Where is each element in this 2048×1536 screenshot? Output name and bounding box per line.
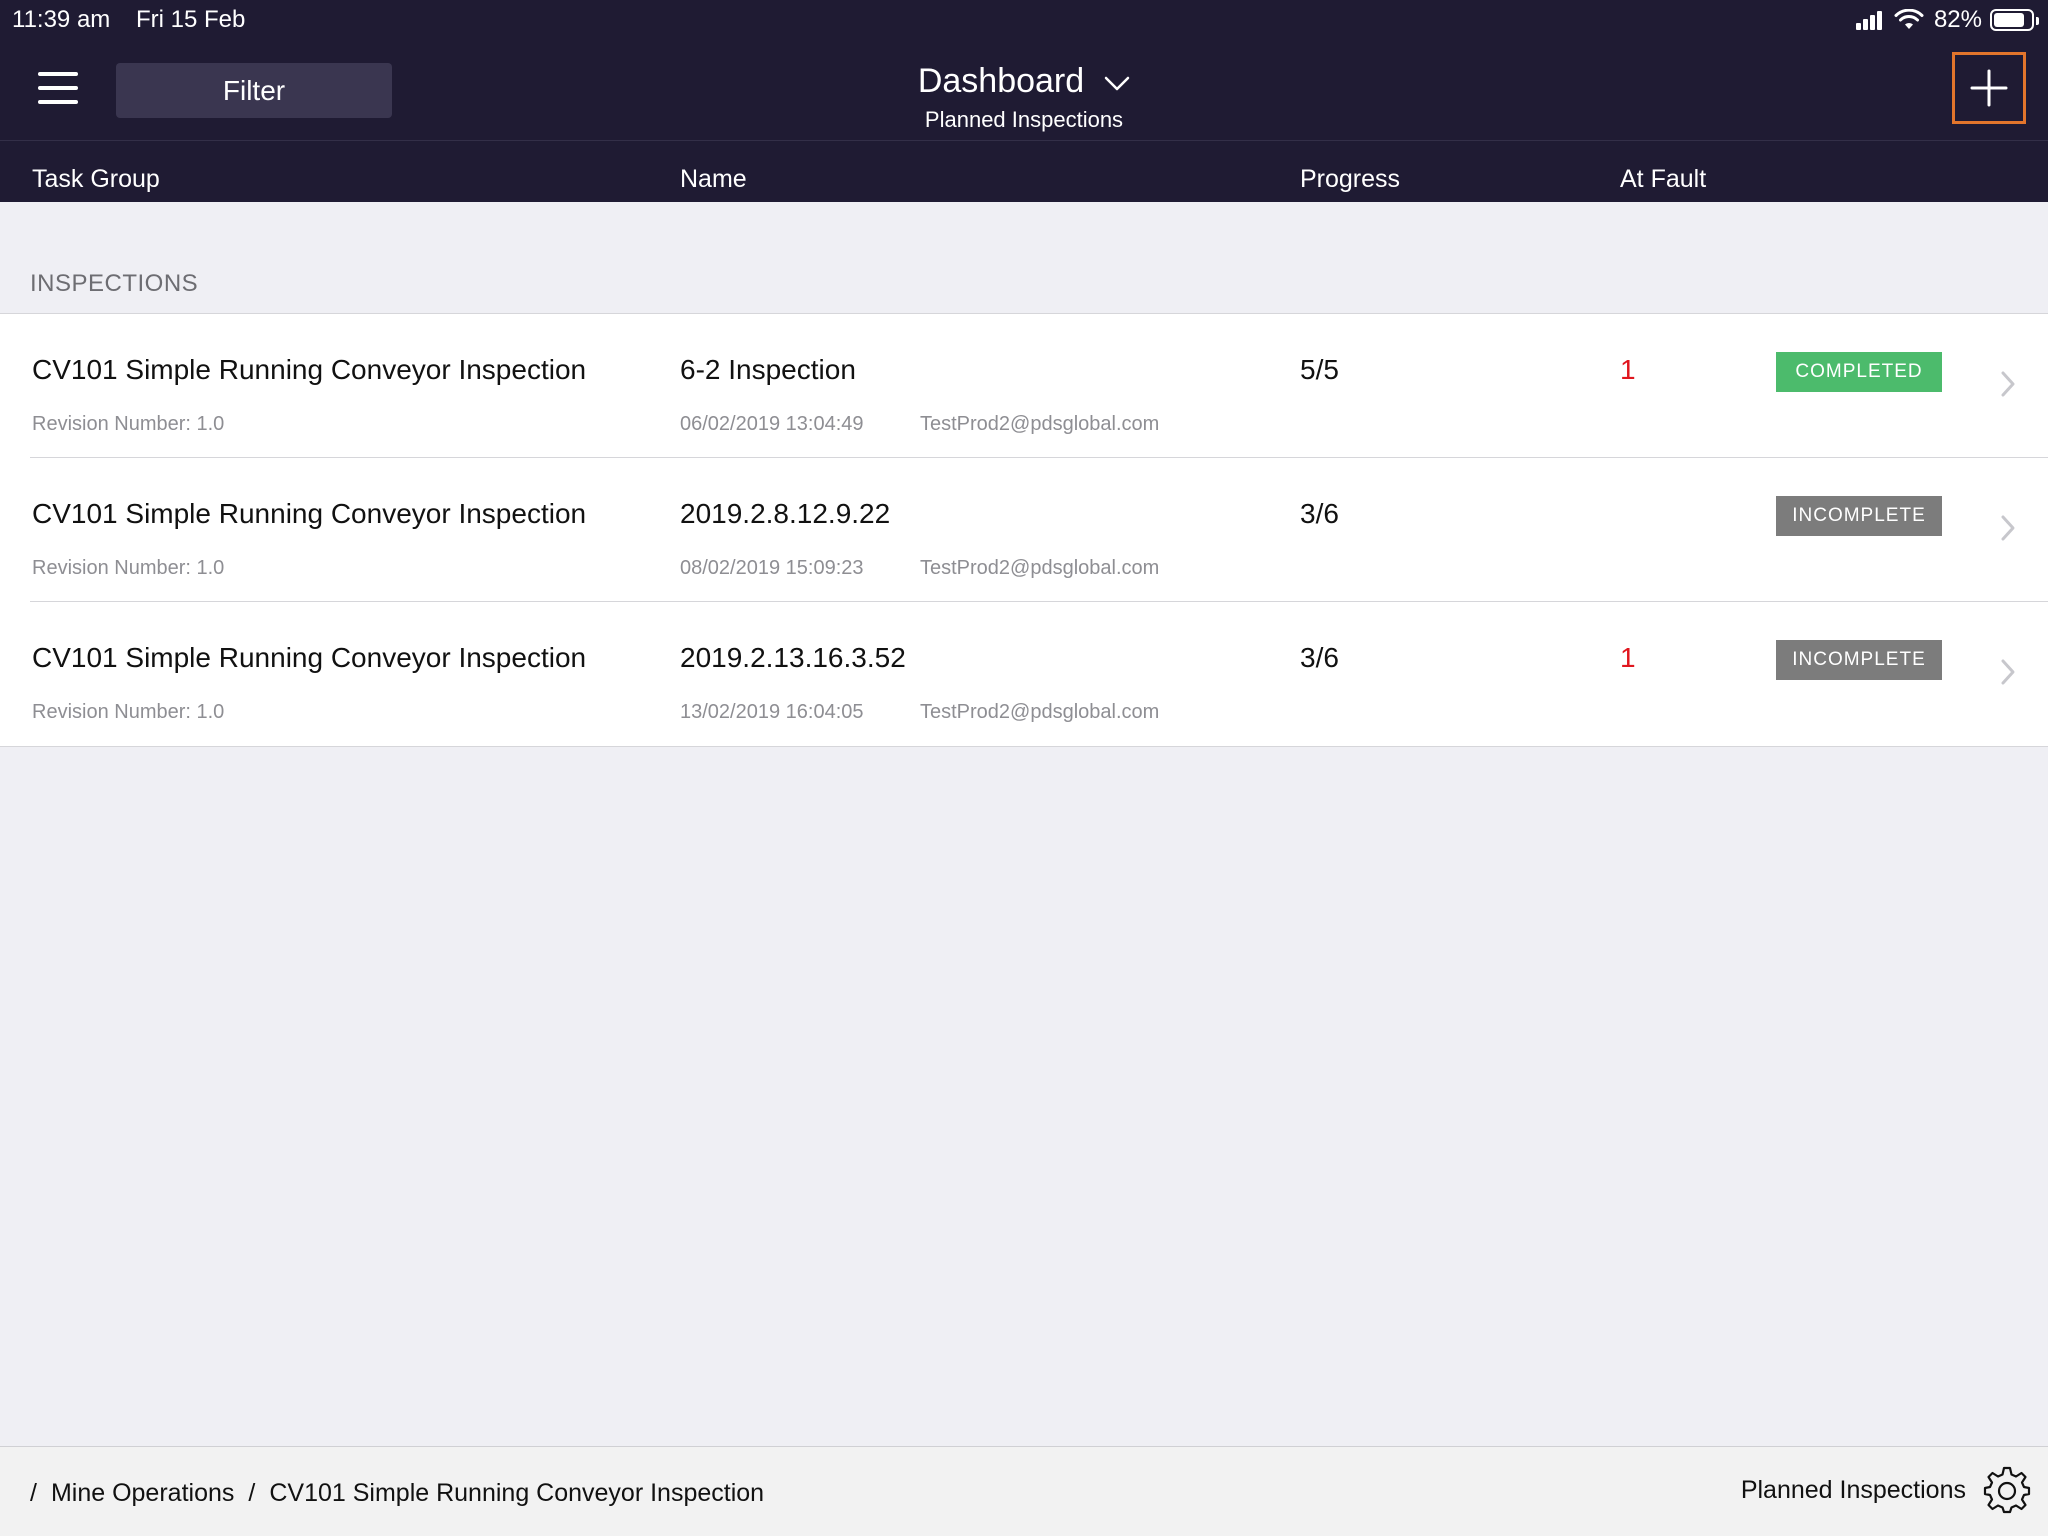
status-date: Fri 15 Feb xyxy=(136,6,246,33)
chevron-right-icon xyxy=(2001,515,2015,541)
status-time: 11:39 am xyxy=(12,6,111,33)
page-subtitle: Planned Inspections xyxy=(924,107,1124,132)
page-title: Dashboard xyxy=(917,62,1085,100)
cellular-signal-icon xyxy=(1855,10,1884,30)
row-revision: Revision Number: 1.0 xyxy=(32,557,225,579)
chevron-right-icon xyxy=(2001,371,2015,397)
breadcrumb-separator: / xyxy=(248,1479,256,1507)
breadcrumb-item-task-group[interactable]: CV101 Simple Running Conveyor Inspection xyxy=(269,1479,764,1508)
table-row[interactable]: CV101 Simple Running Conveyor Inspection… xyxy=(0,314,2048,458)
column-header-task-group[interactable]: Task Group xyxy=(32,165,160,194)
table-row[interactable]: CV101 Simple Running Conveyor Inspection… xyxy=(0,602,2048,746)
row-datetime: 13/02/2019 16:04:05 xyxy=(680,701,864,723)
row-progress: 3/6 xyxy=(1300,642,1339,673)
add-inspection-button[interactable] xyxy=(1952,52,2026,124)
breadcrumb-item-mine-operations[interactable]: Mine Operations xyxy=(51,1479,234,1508)
row-progress: 5/5 xyxy=(1300,354,1339,385)
row-name: 2019.2.8.12.9.22 xyxy=(680,498,891,529)
chevron-down-icon xyxy=(1104,76,1130,90)
row-progress: 3/6 xyxy=(1300,498,1339,529)
row-name: 2019.2.13.16.3.52 xyxy=(680,642,906,673)
row-task-group: CV101 Simple Running Conveyor Inspection xyxy=(32,498,587,529)
status-badge: COMPLETED xyxy=(1776,352,1942,392)
status-bar: 11:39 am Fri 15 Feb 82% xyxy=(0,0,2048,40)
column-header-at-fault[interactable]: At Fault xyxy=(1620,165,1706,194)
column-header-name[interactable]: Name xyxy=(680,165,747,194)
row-task-group: CV101 Simple Running Conveyor Inspection xyxy=(32,354,587,385)
row-name: 6-2 Inspection xyxy=(680,354,856,385)
row-revision: Revision Number: 1.0 xyxy=(32,701,225,723)
column-header-progress[interactable]: Progress xyxy=(1300,165,1400,194)
status-indicators: 82% xyxy=(1855,6,2039,34)
table-row[interactable]: CV101 Simple Running Conveyor Inspection… xyxy=(0,458,2048,602)
row-at-fault: 1 xyxy=(1620,354,1636,385)
row-email: TestProd2@pdsglobal.com xyxy=(920,701,1160,723)
row-email: TestProd2@pdsglobal.com xyxy=(920,557,1160,579)
row-revision: Revision Number: 1.0 xyxy=(32,413,225,435)
dashboard-title-dropdown[interactable]: Dashboard Planned Inspections xyxy=(824,62,1224,133)
row-datetime: 08/02/2019 15:09:23 xyxy=(680,557,864,579)
row-task-group: CV101 Simple Running Conveyor Inspection xyxy=(32,642,587,673)
battery-level-fill xyxy=(1994,13,2024,27)
inspection-list: CV101 Simple Running Conveyor Inspection… xyxy=(0,313,2048,747)
wifi-icon xyxy=(1894,9,1924,29)
footer-label: Planned Inspections xyxy=(1740,1475,1966,1504)
row-email: TestProd2@pdsglobal.com xyxy=(920,413,1160,435)
chevron-right-icon xyxy=(2001,659,2015,685)
breadcrumb: / Mine Operations / CV101 Simple Running… xyxy=(30,1479,778,1508)
battery-percentage: 82% xyxy=(1933,6,1982,33)
breadcrumb-separator: / xyxy=(30,1479,37,1507)
plus-icon xyxy=(1970,69,2008,107)
row-at-fault: 1 xyxy=(1620,642,1636,673)
footer-bar: / Mine Operations / CV101 Simple Running… xyxy=(0,1446,2048,1536)
filter-button[interactable]: Filter xyxy=(116,63,392,118)
section-header-inspections: INSPECTIONS xyxy=(30,270,199,297)
column-header-bar: Task Group Name Progress At Fault xyxy=(0,140,2048,202)
battery-icon xyxy=(1990,9,2039,31)
menu-icon[interactable] xyxy=(38,70,80,106)
row-datetime: 06/02/2019 13:04:49 xyxy=(680,413,864,435)
status-badge: INCOMPLETE xyxy=(1776,496,1942,536)
status-badge: INCOMPLETE xyxy=(1776,640,1942,680)
gear-icon[interactable] xyxy=(1982,1465,2032,1515)
navigation-bar: Filter Dashboard Planned Inspections xyxy=(0,40,2048,140)
footer-settings: Planned Inspections xyxy=(1741,1465,2032,1515)
